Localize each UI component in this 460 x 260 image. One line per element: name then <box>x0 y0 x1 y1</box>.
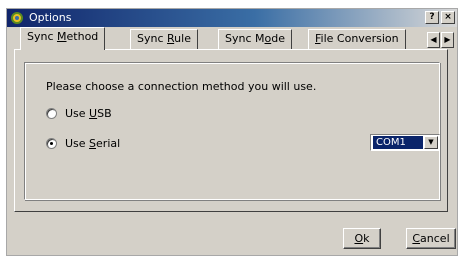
label-key: S <box>89 136 97 150</box>
usb-radio-label: Use USB <box>65 107 112 120</box>
tab-scroll-left-button[interactable]: ◀ <box>427 32 440 48</box>
tab-label-post: ethod <box>66 30 99 43</box>
tab-sync-rule[interactable]: Sync Rule <box>130 29 198 49</box>
connection-prompt: Please choose a connection method you wi… <box>46 80 317 93</box>
ok-button[interactable]: Ok <box>343 228 381 249</box>
tab-sync-mode[interactable]: Sync Mode <box>218 29 292 49</box>
tab-scroll-right-button[interactable]: ▶ <box>441 32 454 48</box>
label-post: erial <box>96 136 121 150</box>
tab-label-post: ile Conversion <box>320 32 399 45</box>
tab-label-pre: Sync <box>137 32 168 45</box>
label-pre: Use <box>65 136 90 150</box>
serial-radio-label: Use Serial <box>65 137 120 150</box>
tab-label-post: de <box>271 32 285 45</box>
dropdown-arrow-icon[interactable]: ▼ <box>424 136 438 149</box>
help-button[interactable]: ? <box>425 11 439 24</box>
cancel-label-key: C <box>412 232 421 245</box>
close-button[interactable]: × <box>441 11 455 24</box>
app-gear-icon <box>10 11 24 25</box>
label-post: SB <box>97 106 112 120</box>
use-serial-option[interactable]: Use Serial <box>46 136 120 150</box>
usb-radio[interactable] <box>46 107 57 119</box>
tab-label-post: ule <box>174 32 191 45</box>
label-key: U <box>89 106 98 120</box>
serial-radio[interactable] <box>46 137 57 149</box>
ok-label-post: k <box>363 232 370 245</box>
ok-label-key: O <box>354 232 364 245</box>
use-usb-option[interactable]: Use USB <box>46 106 112 120</box>
com-port-select[interactable]: COM1 ▼ <box>370 134 440 151</box>
tab-label-key: M <box>57 30 67 43</box>
window-title: Options <box>29 11 72 24</box>
title-bar[interactable]: Options ? × <box>7 9 457 27</box>
cancel-label-post: ancel <box>420 232 450 245</box>
tab-sync-method[interactable]: Sync Method <box>20 27 106 50</box>
com-port-value: COM1 <box>373 136 423 149</box>
label-pre: Use <box>65 106 90 120</box>
tab-label-pre: Sync M <box>225 32 265 45</box>
cancel-button[interactable]: Cancel <box>406 228 456 249</box>
tab-file-conversion[interactable]: File Conversion <box>308 29 406 49</box>
tab-label-pre: Sync <box>27 30 58 43</box>
